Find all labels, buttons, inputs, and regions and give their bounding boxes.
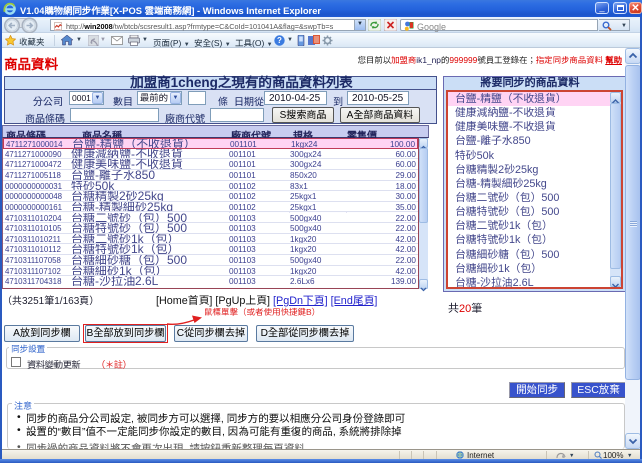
svg-text:?: ? (277, 36, 282, 45)
